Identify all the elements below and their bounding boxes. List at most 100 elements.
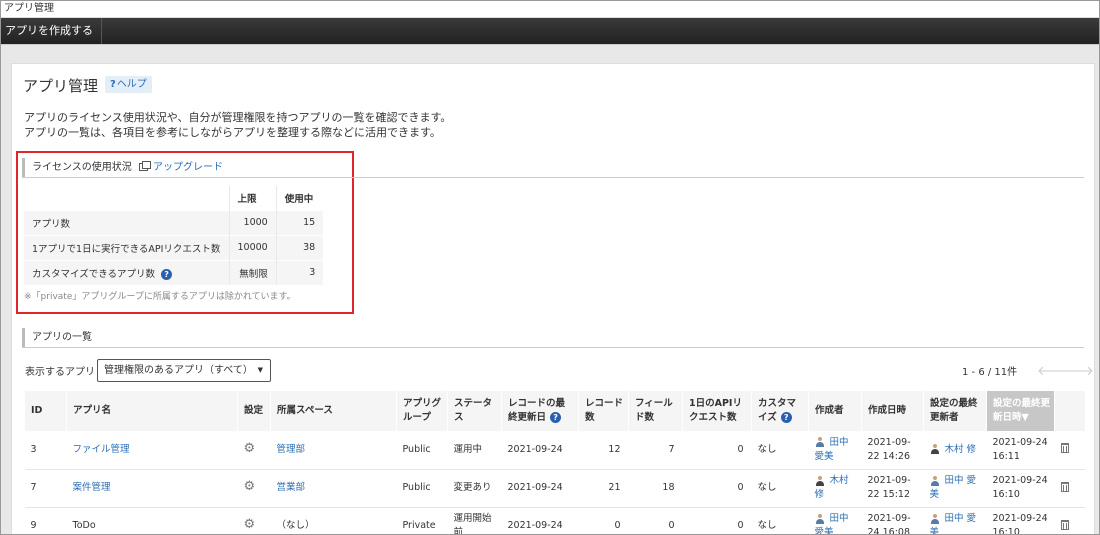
create-app-button[interactable]: アプリを作成する xyxy=(1,18,102,44)
content-area: アプリ管理 ?ヘルプ アプリのライセンス使用状況や、自分が管理権限を持つアプリの… xyxy=(1,44,1099,534)
description-line-2: アプリの一覧は、各項目を参考にしながらアプリを整理する際などに活用できます。 xyxy=(24,126,441,139)
gear-icon[interactable]: ⚙ xyxy=(244,442,256,455)
question-icon: ? xyxy=(110,79,116,90)
field-count: 18 xyxy=(628,469,683,508)
app-name-link[interactable]: ファイル管理 xyxy=(66,431,238,470)
user-avatar-icon xyxy=(815,513,825,524)
apps-section-divider xyxy=(22,347,1084,348)
next-page-icon[interactable]: 🡒 xyxy=(1059,365,1094,379)
created-at: 2021-09-22 15:12 xyxy=(861,469,924,508)
col-actions xyxy=(1054,391,1085,431)
app-status: 運用中 xyxy=(447,431,502,470)
help-label: ヘルプ xyxy=(116,79,147,90)
customize-status: なし xyxy=(751,431,809,470)
page-title: アプリ管理 xyxy=(23,77,99,95)
description-line-1: アプリのライセンス使用状況や、自分が管理権限を持つアプリの一覧を確認できます。 xyxy=(24,111,452,124)
app-window: アプリ管理 アプリを作成する アプリ管理 ?ヘルプ アプリのライセンス使用状況や… xyxy=(0,0,1100,535)
col-customize[interactable]: カスタマイズ? xyxy=(751,391,809,431)
license-note: ※「private」アプリグループに所属するアプリは除かれています。 xyxy=(24,292,296,302)
col-id[interactable]: ID xyxy=(24,391,67,431)
help-circle-icon[interactable]: ? xyxy=(780,412,792,423)
col-created[interactable]: 作成日時 xyxy=(861,391,924,431)
table-row: 3 ファイル管理 ⚙ 管理部 Public 運用中 2021-09-24 12 … xyxy=(24,431,1085,470)
gear-icon[interactable]: ⚙ xyxy=(244,480,256,493)
table-row: 9 ToDo ⚙ （なし） Private 運用開始前 2021-09-24 0… xyxy=(24,507,1085,534)
app-name[interactable]: ToDo xyxy=(66,507,238,534)
col-space[interactable]: 所属スペース xyxy=(270,391,397,431)
editor-cell: 木村 修 xyxy=(923,431,987,470)
gear-icon[interactable]: ⚙ xyxy=(244,518,256,531)
app-status: 変更あり xyxy=(447,469,502,508)
user-avatar-icon xyxy=(930,475,940,486)
col-app-name[interactable]: アプリ名 xyxy=(66,391,238,431)
apps-section-heading: アプリの一覧 xyxy=(22,328,92,348)
app-id: 7 xyxy=(24,469,67,508)
license-row-used: 3 xyxy=(275,259,324,285)
trash-icon[interactable] xyxy=(1060,481,1069,492)
main-panel: アプリ管理 ?ヘルプ アプリのライセンス使用状況や、自分が管理権限を持つアプリの… xyxy=(11,63,1095,534)
col-last-updated-sorted[interactable]: 設定の最終更新日時▼ xyxy=(986,391,1055,431)
user-avatar-icon xyxy=(815,475,825,486)
space-link[interactable]: 営業部 xyxy=(270,469,397,508)
field-count: 7 xyxy=(628,431,683,470)
license-row-label: カスタマイズできるアプリ数 xyxy=(32,268,156,280)
record-count: 21 xyxy=(578,469,629,508)
app-name-link[interactable]: 案件管理 xyxy=(66,469,238,508)
creator-cell: 田中 愛美 xyxy=(808,431,862,470)
col-app-group[interactable]: アプリグループ xyxy=(396,391,448,431)
user-avatar-icon xyxy=(930,513,940,524)
col-api[interactable]: 1日のAPIリクエスト数 xyxy=(682,391,752,431)
license-row: カスタマイズできるアプリ数? 無制限 3 xyxy=(24,259,324,285)
trash-icon[interactable] xyxy=(1060,443,1069,454)
caret-down-icon: ▼ xyxy=(257,366,263,374)
license-section-divider xyxy=(22,177,1084,178)
record-updated: 2021-09-24 xyxy=(501,431,579,470)
last-updated: 2021-09-24 16:10 xyxy=(986,469,1055,508)
col-last-editor[interactable]: 設定の最終更新者 xyxy=(923,391,987,431)
license-col-limit: 上限 xyxy=(228,186,277,210)
license-row-label-cell: カスタマイズできるアプリ数? xyxy=(24,259,229,285)
pager-count: 1 - 6 / 11件 xyxy=(962,367,1018,378)
license-col-used: 使用中 xyxy=(275,186,324,210)
license-section-heading: ライセンスの使用状況 xyxy=(22,158,132,178)
apps-table: ID アプリ名 設定 所属スペース アプリグループ ステータス レコードの最終更… xyxy=(24,391,1085,534)
license-row: アプリ数 1000 15 xyxy=(24,209,324,235)
customize-status: なし xyxy=(751,469,809,508)
record-count: 0 xyxy=(578,507,629,534)
upgrade-link[interactable]: アップグレード xyxy=(139,158,223,178)
col-status[interactable]: ステータス xyxy=(447,391,502,431)
trash-icon[interactable] xyxy=(1060,519,1069,530)
upgrade-label: アップグレード xyxy=(153,162,223,173)
last-editor-link[interactable]: 木村 修 xyxy=(945,444,977,455)
created-at: 2021-09-24 16:08 xyxy=(861,507,924,534)
license-row-label: アプリ数 xyxy=(24,209,229,235)
help-circle-icon[interactable]: ? xyxy=(161,268,173,280)
license-row-used: 15 xyxy=(275,209,324,235)
app-group: Public xyxy=(396,431,448,470)
col-fields[interactable]: フィールド数 xyxy=(628,391,683,431)
record-count: 12 xyxy=(578,431,629,470)
license-row-limit: 10000 xyxy=(228,234,277,260)
help-button[interactable]: ?ヘルプ xyxy=(105,76,152,93)
col-settings: 設定 xyxy=(237,391,271,431)
toolbar: アプリを作成する xyxy=(1,18,1099,44)
editor-cell: 田中 愛美 xyxy=(923,469,987,508)
record-updated: 2021-09-24 xyxy=(501,469,579,508)
api-count: 0 xyxy=(682,469,752,508)
col-record-updated[interactable]: レコードの最終更新日? xyxy=(501,391,579,431)
space-link[interactable]: 管理部 xyxy=(270,431,397,470)
col-records[interactable]: レコード数 xyxy=(578,391,629,431)
external-window-icon xyxy=(139,161,151,171)
editor-cell: 田中 愛美 xyxy=(923,507,987,534)
filter-label: 表示するアプリ xyxy=(25,367,95,378)
app-filter-select[interactable]: 管理権限のあるアプリ（すべて） ▼ xyxy=(97,359,271,382)
creator-cell: 田中 愛美 xyxy=(808,507,862,534)
col-creator[interactable]: 作成者 xyxy=(808,391,862,431)
app-filter-value: 管理権限のあるアプリ（すべて） xyxy=(104,365,253,376)
help-circle-icon[interactable]: ? xyxy=(550,412,562,423)
license-row-label: 1アプリで1日に実行できるAPIリクエスト数 xyxy=(24,234,229,260)
app-id: 3 xyxy=(24,431,67,470)
license-row-used: 38 xyxy=(275,234,324,260)
record-updated: 2021-09-24 xyxy=(501,507,579,534)
creator-cell: 木村 修 xyxy=(808,469,862,508)
